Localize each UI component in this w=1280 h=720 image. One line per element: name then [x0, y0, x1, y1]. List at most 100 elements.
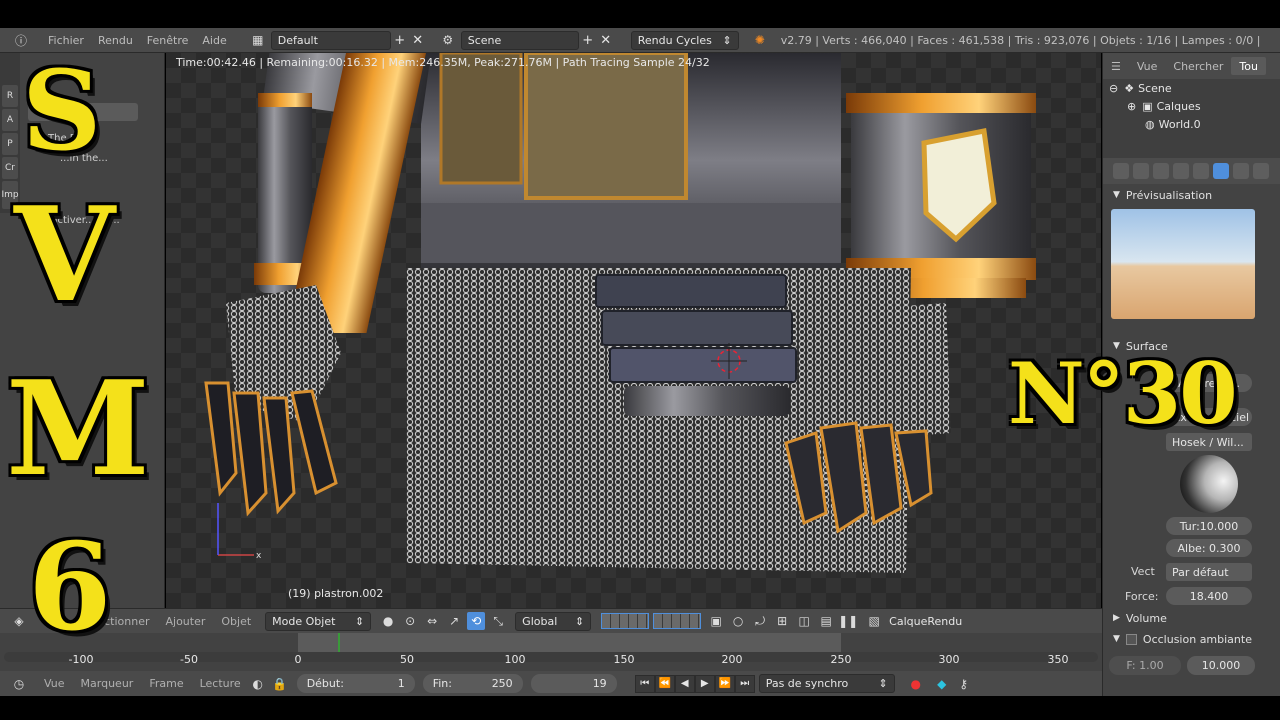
- proportional-icon[interactable]: ○: [729, 612, 747, 630]
- outliner-row-calques[interactable]: ⊕ ▣ Calques: [1103, 97, 1280, 115]
- orientation-select[interactable]: Global ⇕: [515, 611, 592, 631]
- play-icon[interactable]: ▶: [694, 674, 715, 693]
- start-frame-field[interactable]: Début: 1: [296, 674, 415, 693]
- render-engine-select[interactable]: Rendu Cycles ⇕: [630, 30, 739, 50]
- sync-select[interactable]: Pas de synchro ⇕: [758, 674, 895, 693]
- strength-field[interactable]: 18.400: [1166, 587, 1252, 605]
- ao-factor-field[interactable]: F: 1.00: [1109, 656, 1181, 675]
- expand-icon[interactable]: ⊕: [1127, 100, 1136, 113]
- lock-layer-icon[interactable]: ▣: [707, 612, 725, 630]
- end-frame-field[interactable]: Fin: 250: [422, 674, 523, 693]
- timeline-editor-icon[interactable]: ◷: [10, 675, 28, 693]
- expand-icon[interactable]: ⊖: [1109, 82, 1118, 95]
- next-keyframe-icon[interactable]: ⏩: [714, 674, 735, 693]
- tick-label: 0: [294, 653, 302, 666]
- albedo-field[interactable]: Albe: 0.300: [1166, 539, 1252, 557]
- menu-objet[interactable]: Objet: [221, 615, 251, 628]
- mode-select[interactable]: Mode Objet ⇕: [265, 611, 372, 631]
- tab-cr[interactable]: Cr: [2, 157, 18, 179]
- tab-a[interactable]: A: [2, 109, 18, 131]
- tab-constraints[interactable]: [1193, 163, 1209, 179]
- playback-controls: ⏮ ⏪ ◀ ▶ ⏩ ⏭: [634, 674, 755, 693]
- menu-fichier[interactable]: Fichier: [48, 34, 84, 47]
- jump-end-icon[interactable]: ⏭: [734, 674, 755, 693]
- outliner-editor-icon[interactable]: ☰: [1103, 60, 1129, 73]
- keying-set-icon[interactable]: ◆: [933, 675, 951, 693]
- outliner-row-world[interactable]: ◍ World.0: [1103, 115, 1280, 133]
- current-frame-cursor[interactable]: [338, 633, 340, 652]
- outliner-menu-chercher[interactable]: Chercher: [1165, 60, 1231, 73]
- menu-lecture[interactable]: Lecture: [200, 677, 241, 690]
- tab-r[interactable]: R: [2, 85, 18, 107]
- tab-material[interactable]: [1233, 163, 1249, 179]
- current-frame-value: 19: [592, 677, 607, 690]
- layout-grid-icon[interactable]: ▦: [245, 31, 271, 49]
- scene-stats: v2.79 | Verts : 466,040 | Faces : 461,53…: [780, 33, 1261, 47]
- shading-icon[interactable]: ●: [379, 612, 397, 630]
- record-icon[interactable]: ●: [907, 675, 925, 693]
- panel-preview-header[interactable]: ▼ Prévisualisation: [1103, 184, 1280, 206]
- snap-icon[interactable]: ⤾: [751, 612, 769, 630]
- panel-volume-header[interactable]: ▶ Volume: [1103, 608, 1280, 628]
- current-frame-field[interactable]: 19: [530, 674, 617, 693]
- menu-fenetre[interactable]: Fenêtre: [147, 34, 189, 47]
- pivot-icon[interactable]: ⊙: [401, 612, 419, 630]
- panel-ao-header[interactable]: ▼ Occlusion ambiante: [1103, 628, 1280, 650]
- remove-scene-button[interactable]: ✕: [597, 31, 615, 49]
- tab-p[interactable]: P: [2, 133, 18, 155]
- screen-layout-field[interactable]: Default: [270, 30, 391, 50]
- camera-icon[interactable]: ▤: [817, 612, 835, 630]
- add-layout-button[interactable]: +: [391, 31, 409, 49]
- render-status: Time:00:42.46 | Remaining:00:16.32 | Mem…: [176, 56, 710, 69]
- outliner-menu-vue[interactable]: Vue: [1129, 60, 1166, 73]
- prev-keyframe-icon[interactable]: ⏪: [654, 674, 675, 693]
- letterbox-bottom: [0, 696, 1280, 720]
- keyframe-insert-icon[interactable]: ⚷: [955, 675, 973, 693]
- tab-scene[interactable]: [1153, 163, 1169, 179]
- timeline[interactable]: -100 -50 0 50 100 150 200 250 300 350: [0, 633, 1102, 671]
- timeline-scrollbar[interactable]: [4, 652, 1098, 662]
- axis-gizmo: x: [217, 503, 262, 561]
- tab-world[interactable]: [1213, 163, 1229, 179]
- play-reverse-icon[interactable]: ◀: [674, 674, 695, 693]
- render-preview-icon[interactable]: ◫: [795, 612, 813, 630]
- scene-field[interactable]: Scene: [460, 30, 579, 50]
- ao-checkbox[interactable]: [1125, 633, 1137, 645]
- menu-ajouter[interactable]: Ajouter: [166, 615, 206, 628]
- scale-icon[interactable]: ⤡: [489, 612, 507, 630]
- menu-aide[interactable]: Aide: [202, 34, 226, 47]
- menu-frame[interactable]: Frame: [149, 677, 183, 690]
- start-frame-label: Début:: [306, 677, 344, 690]
- manipulator-icon[interactable]: ⇔: [423, 612, 441, 630]
- ao-distance-field[interactable]: 10.000: [1187, 656, 1255, 675]
- layers-grid-b[interactable]: [653, 613, 702, 629]
- tab-render[interactable]: [1113, 163, 1129, 179]
- jump-start-icon[interactable]: ⏮: [634, 674, 655, 693]
- remove-layout-button[interactable]: ✕: [409, 31, 427, 49]
- sun-direction-sphere[interactable]: [1180, 455, 1238, 513]
- translate-icon[interactable]: ↗: [445, 612, 463, 630]
- tab-object[interactable]: [1173, 163, 1189, 179]
- add-scene-button[interactable]: +: [579, 31, 597, 49]
- render-layer-icon[interactable]: ▧: [865, 612, 883, 630]
- outliner-row-scene[interactable]: ⊖ ❖ Scene: [1103, 79, 1280, 97]
- menu-rendu[interactable]: Rendu: [98, 34, 133, 47]
- tab-layers[interactable]: [1133, 163, 1149, 179]
- lock-icon[interactable]: 🔒: [271, 675, 289, 693]
- outliner-header: ☰ Vue Chercher Tou: [1103, 53, 1280, 79]
- scene-icon[interactable]: ⚙: [435, 31, 461, 49]
- layers-grid-a[interactable]: [601, 613, 650, 629]
- 3d-viewport[interactable]: Time:00:42.46 | Remaining:00:16.32 | Mem…: [166, 53, 1101, 608]
- menu-timeline-vue[interactable]: Vue: [44, 677, 65, 690]
- turbidity-field[interactable]: Tur:10.000: [1166, 517, 1252, 535]
- preview-range-icon[interactable]: ◐: [249, 675, 267, 693]
- menu-marqueur[interactable]: Marqueur: [81, 677, 134, 690]
- outliner-filter-tous[interactable]: Tou: [1231, 57, 1266, 75]
- pause-icon[interactable]: ❚❚: [838, 612, 858, 630]
- vector-select[interactable]: Par défaut: [1166, 563, 1252, 581]
- view3d-editor-icon[interactable]: ◈: [10, 612, 28, 630]
- tab-texture[interactable]: [1253, 163, 1269, 179]
- snap-target-icon[interactable]: ⊞: [773, 612, 791, 630]
- render-layer-label[interactable]: CalqueRendu: [889, 615, 962, 628]
- rotate-icon[interactable]: ⟲: [467, 612, 486, 630]
